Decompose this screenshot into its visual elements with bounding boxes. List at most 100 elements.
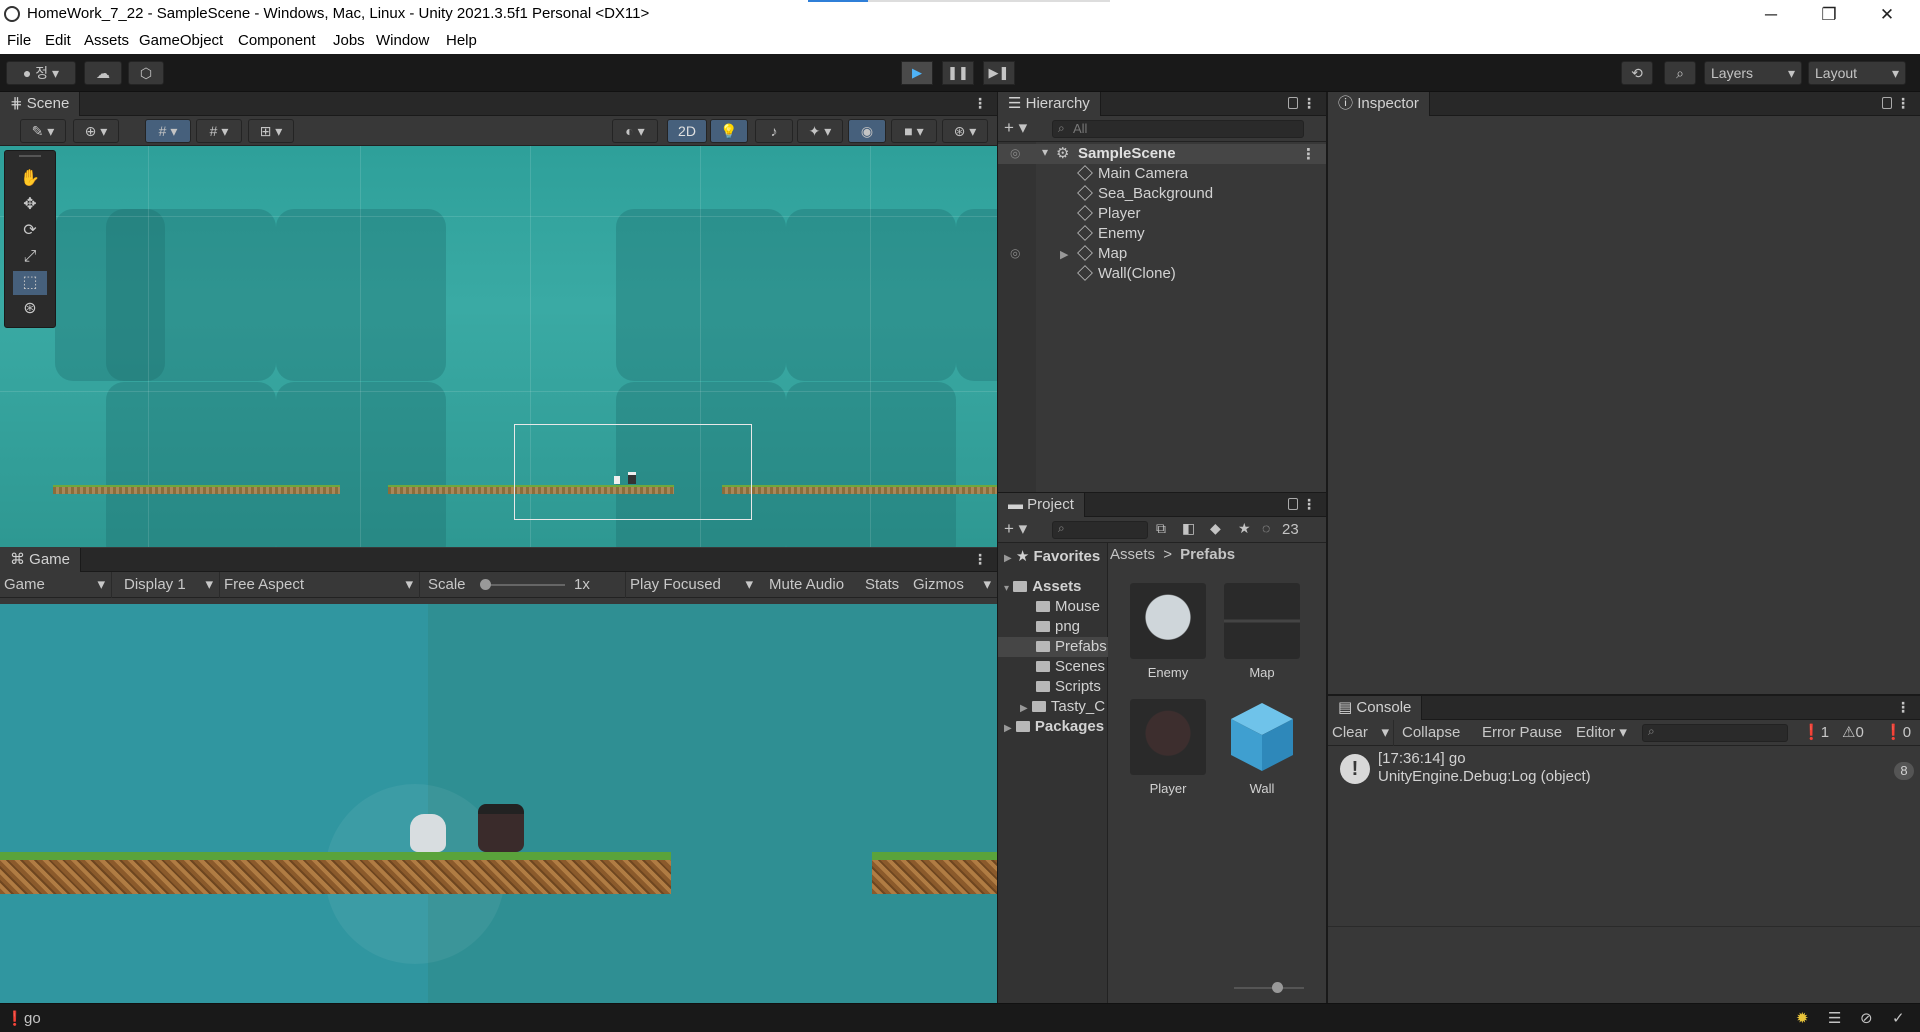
visibility-toggle[interactable]: ◉ xyxy=(848,119,886,143)
hierarchy-item[interactable]: Wall(Clone) xyxy=(1077,264,1176,284)
search-button[interactable]: ⌕ xyxy=(1664,61,1696,85)
folder-item[interactable]: Mouse xyxy=(1036,597,1100,617)
play-button[interactable]: ▶ xyxy=(901,61,933,85)
packages-node[interactable]: ▶ Packages xyxy=(1004,717,1104,737)
camera-button[interactable]: ■ ▾ xyxy=(891,119,937,143)
menu-gameobject[interactable]: GameObject xyxy=(139,32,223,49)
menu-window[interactable]: Window xyxy=(376,32,429,49)
pause-button[interactable]: ❚❚ xyxy=(942,61,974,85)
more-icon[interactable]: ⋮ xyxy=(973,95,987,112)
filter-type-icon[interactable]: ◧ xyxy=(1182,520,1195,537)
tab-scene[interactable]: ⋕ Scene xyxy=(0,92,81,116)
hierarchy-item[interactable]: Player xyxy=(1077,204,1141,224)
folder-item[interactable]: ▶ Tasty_C xyxy=(1020,697,1105,717)
menu-component[interactable]: Component xyxy=(238,32,316,49)
increment-snap-button[interactable]: ⊞ ▾ xyxy=(248,119,294,143)
console-search-input[interactable] xyxy=(1642,724,1788,742)
menu-help[interactable]: Help xyxy=(446,32,477,49)
hierarchy-item[interactable]: Sea_Background xyxy=(1077,184,1213,204)
shading-button[interactable]: ◐ ▾ xyxy=(612,119,658,143)
hierarchy-item[interactable]: Map xyxy=(1077,244,1127,264)
hierarchy-item[interactable]: Main Camera xyxy=(1077,164,1188,184)
asset-tile-player[interactable]: Player xyxy=(1128,699,1208,796)
stats-toggle[interactable]: Stats xyxy=(861,572,899,598)
play-focused-dropdown[interactable]: Play Focused ▾ xyxy=(625,572,757,598)
tab-console[interactable]: ▤ Console xyxy=(1328,696,1423,720)
asset-tile-map[interactable]: Map xyxy=(1222,583,1302,680)
favorites-node[interactable]: ▶ ★ Favorites xyxy=(1004,547,1100,567)
thumbnail-size-slider[interactable] xyxy=(1234,982,1304,993)
close-button[interactable]: ✕ xyxy=(1864,2,1910,27)
maximize-button[interactable]: ❐ xyxy=(1806,2,1852,27)
favorite-star-icon[interactable]: ★ xyxy=(1238,520,1251,537)
add-object-button[interactable]: + ▾ xyxy=(1004,118,1027,138)
menu-jobs[interactable]: Jobs xyxy=(333,32,365,49)
asset-tile-wall[interactable]: Wall xyxy=(1222,699,1302,796)
draw-mode-button[interactable]: ✎ ▾ xyxy=(20,119,66,143)
scene-row[interactable]: ▾ ⚙ SampleScene ⋮ xyxy=(998,144,1326,164)
auto-generate-lighting-icon[interactable]: ✹ xyxy=(1796,1009,1809,1027)
log-entry[interactable]: ! [17:36:14] go UnityEngine.Debug:Log (o… xyxy=(1328,748,1920,792)
snap-button[interactable]: # ▾ xyxy=(196,119,242,143)
asset-tile-enemy[interactable]: Enemy xyxy=(1128,583,1208,680)
gizmos-scene-button[interactable]: ⊛ ▾ xyxy=(942,119,988,143)
grid-snap-button[interactable]: # ▾ xyxy=(145,119,191,143)
lock-icon[interactable] xyxy=(1288,498,1298,510)
collab-button[interactable]: ⬡ xyxy=(128,61,164,85)
more-icon[interactable]: ⋮ xyxy=(973,551,987,568)
game-viewport[interactable] xyxy=(0,604,997,1003)
tab-hierarchy[interactable]: ☰ Hierarchy xyxy=(998,92,1101,116)
tab-inspector[interactable]: ⓘ Inspector xyxy=(1328,92,1430,116)
lock-icon[interactable] xyxy=(1882,97,1892,109)
expand-arrow-icon[interactable]: ▶ xyxy=(1060,248,1068,261)
search-mode-icon[interactable]: ⧉ xyxy=(1156,520,1166,537)
cache-server-icon[interactable]: ☰ xyxy=(1828,1009,1841,1027)
scale-tool-icon[interactable]: ⤢ xyxy=(13,245,47,269)
account-button[interactable]: ● 정 ▾ xyxy=(6,61,76,85)
rect-tool-icon[interactable]: ⬚ xyxy=(13,271,47,295)
error-count-toggle[interactable]: ❗0 xyxy=(1880,720,1911,746)
scene-viewport[interactable]: ✋ ✥ ⟳ ⤢ ⬚ ⊛ xyxy=(0,146,997,547)
project-search-input[interactable] xyxy=(1052,521,1148,539)
more-icon[interactable]: ⋮ xyxy=(1302,95,1316,112)
clear-dropdown[interactable]: Clear ▾ xyxy=(1328,720,1394,746)
effects-button[interactable]: ✦ ▾ xyxy=(797,119,843,143)
tab-game[interactable]: ⌘ Game xyxy=(0,548,82,572)
transform-tool-icon[interactable]: ⊛ xyxy=(13,297,47,321)
collapse-toggle[interactable]: Collapse xyxy=(1398,720,1460,746)
breadcrumb-assets[interactable]: Assets xyxy=(1110,546,1155,563)
step-button[interactable]: ▶❚ xyxy=(983,61,1015,85)
lighting-toggle[interactable]: 💡 xyxy=(710,119,748,143)
more-icon[interactable]: ⋮ xyxy=(1896,699,1910,716)
tab-project[interactable]: ▬ Project xyxy=(998,493,1085,517)
hierarchy-search-input[interactable]: All xyxy=(1052,120,1304,138)
info-count-toggle[interactable]: ❗1 xyxy=(1798,720,1829,746)
assets-node[interactable]: ▾ Assets xyxy=(1004,577,1081,597)
menu-edit[interactable]: Edit xyxy=(45,32,71,49)
layout-dropdown[interactable]: Layout ▾ xyxy=(1808,61,1906,85)
folder-item[interactable]: png xyxy=(1036,617,1080,637)
folder-item[interactable]: Scripts xyxy=(1036,677,1101,697)
folder-item[interactable]: Scenes xyxy=(1036,657,1105,677)
scale-slider-handle[interactable] xyxy=(480,579,491,590)
rotate-tool-icon[interactable]: ⟳ xyxy=(13,219,47,243)
move-tool-icon[interactable]: ✥ xyxy=(13,193,47,217)
check-icon[interactable]: ✓ xyxy=(1892,1009,1905,1027)
more-icon[interactable]: ⋮ xyxy=(1302,496,1316,513)
history-button[interactable]: ⟲ xyxy=(1621,61,1653,85)
2d-toggle[interactable]: 2D xyxy=(667,119,707,143)
gizmos-dropdown[interactable]: Gizmos ▾ xyxy=(909,572,997,598)
minimize-button[interactable]: ─ xyxy=(1748,2,1794,27)
aspect-dropdown[interactable]: Free Aspect ▾ xyxy=(220,572,420,598)
editor-dropdown[interactable]: Editor ▾ xyxy=(1572,720,1634,746)
menu-file[interactable]: File xyxy=(7,32,31,49)
hidden-packages-icon[interactable]: ◌ xyxy=(1262,520,1270,536)
thumbnail-size-handle[interactable] xyxy=(1272,982,1283,993)
hierarchy-item[interactable]: Enemy xyxy=(1077,224,1145,244)
audio-toggle[interactable]: ♪ xyxy=(755,119,793,143)
expand-arrow-icon[interactable]: ▾ xyxy=(1042,145,1048,159)
global-button[interactable]: ⊕ ▾ xyxy=(73,119,119,143)
display-dropdown[interactable]: Display 1 ▾ xyxy=(120,572,220,598)
breadcrumb-current[interactable]: Prefabs xyxy=(1180,546,1235,563)
lock-icon[interactable] xyxy=(1288,97,1298,109)
